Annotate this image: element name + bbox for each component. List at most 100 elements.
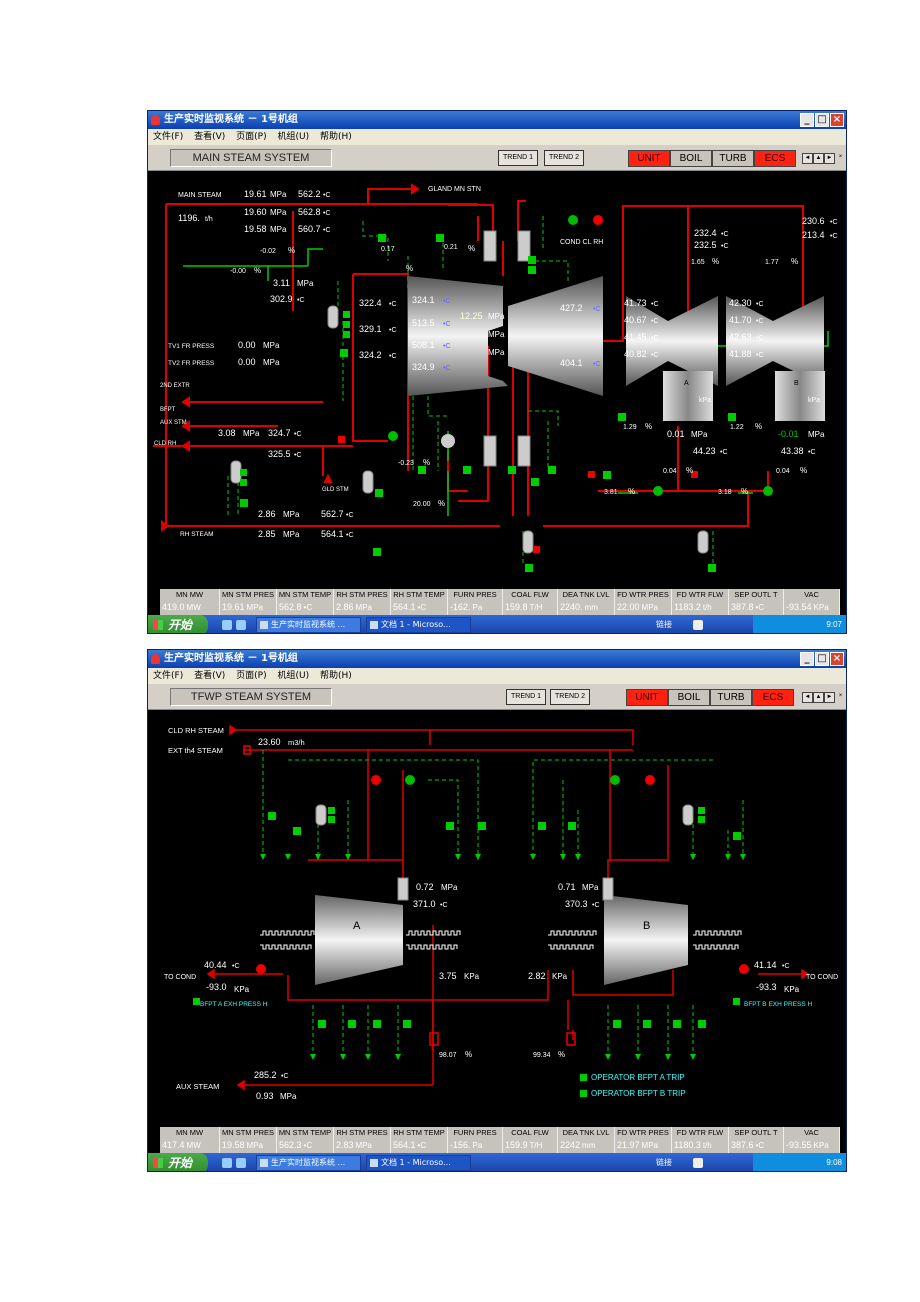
boil-button[interactable]: BOIL (670, 150, 712, 167)
label-rh-steam: RH STEAM (180, 531, 214, 538)
unit-mpa: MPa (808, 430, 825, 439)
maximize-button[interactable]: □ (815, 113, 829, 127)
trend1-button[interactable]: TREND 1 (506, 689, 546, 705)
value-v44: 1.29 (623, 424, 637, 431)
value-v15: 324.2 (359, 350, 382, 360)
unit-c: •C (593, 306, 601, 313)
keyboard-icon[interactable] (693, 1158, 703, 1168)
boil-button[interactable]: BOIL (668, 689, 710, 706)
minimize-button[interactable]: _ (800, 113, 814, 127)
status-cell: RH STM PRES 2.86 MPa (334, 589, 391, 615)
value-v33: 42.30 (729, 298, 752, 308)
unit-pct: % (645, 422, 652, 431)
value-v43: 20.00 (413, 501, 431, 508)
unit-mpa: MPa (488, 330, 505, 339)
task-word[interactable]: 文档 1 - Microso... (366, 617, 471, 633)
start-button[interactable]: 开始 (148, 1153, 208, 1171)
unit-c: •C (440, 902, 448, 909)
trend2-button[interactable]: TREND 2 (550, 689, 590, 705)
trend2-button[interactable]: TREND 2 (544, 150, 584, 166)
menu-unit[interactable]: 机组(U) (277, 671, 309, 681)
close-button[interactable]: × (830, 113, 844, 127)
unit-mpa: MPa (582, 883, 599, 892)
value-v50: 43.38 (781, 446, 804, 456)
status-bar: MN MW 419.0 MW MN STM PRES 19.61 MPa MN STM … (160, 589, 840, 615)
links-label[interactable]: 链接 (656, 1157, 672, 1168)
label-aux-stm: AUX STM (160, 420, 187, 426)
value-aux-t: 285.2 (254, 1070, 277, 1080)
unit-c: •C (443, 321, 451, 328)
unit-button[interactable]: UNIT (626, 689, 668, 706)
unit-c: •C (592, 902, 600, 909)
value-v6: 560.7 (298, 224, 321, 234)
value-v57: 564.1 (321, 529, 344, 539)
close-button[interactable]: × (830, 652, 844, 666)
value-v14: 329.1 (359, 324, 382, 334)
ie-icon[interactable] (222, 1158, 232, 1168)
nav-up-button[interactable]: ▲ (813, 153, 824, 164)
unit-kpa: kPa (699, 397, 711, 404)
menu-unit[interactable]: 机组(U) (277, 132, 309, 142)
menu-view[interactable]: 查看(V) (194, 132, 225, 142)
unit-c: •C (756, 318, 764, 325)
unit-c: •C (323, 210, 331, 217)
nav-close-icon[interactable]: × (836, 692, 845, 701)
status-cell: COAL FLW 159.9 T/H (503, 1127, 558, 1153)
nav-first-button[interactable]: ◄ (802, 692, 813, 703)
task-monitor[interactable]: 生产实时监视系统 ... (256, 1155, 361, 1171)
unit-mpa: MPa (283, 530, 300, 539)
window-title: 生产实时监视系统 － 1号机组 (164, 653, 298, 664)
nav-close-icon[interactable]: × (836, 153, 845, 162)
unit-c: •C (323, 227, 331, 234)
task-word[interactable]: 文档 1 - Microso... (366, 1155, 471, 1171)
value-v46: 44.23 (693, 446, 716, 456)
nav-up-button[interactable]: ▲ (813, 692, 824, 703)
nav-first-button[interactable]: ◄ (802, 153, 813, 164)
trend1-button[interactable]: TREND 1 (498, 150, 538, 166)
menu-page[interactable]: 页面(P) (236, 132, 266, 142)
taskbar: 开始 生产实时监视系统 ... 文档 1 - Microso... 链接 9:0… (148, 615, 846, 633)
menu-file[interactable]: 文件(F) (153, 132, 183, 142)
status-cell: FURN PRES -162. Pa (448, 589, 503, 615)
unit-mpa: MPa (488, 348, 505, 357)
ecs-button[interactable]: ECS (752, 689, 794, 706)
task-monitor[interactable]: 生产实时监视系统 ... (256, 617, 361, 633)
ie-icon[interactable] (222, 620, 232, 630)
desktop-icon[interactable] (236, 620, 246, 630)
unit-kpa: KPa (552, 972, 568, 981)
desktop-icon[interactable] (236, 1158, 246, 1168)
links-label[interactable]: 链接 (656, 619, 672, 630)
nav-next-button[interactable]: ► (824, 153, 835, 164)
label-bfpt: BFPT (160, 407, 176, 413)
status-bar: MN MW 417.4 MW MN STM PRES 19.58 MPa MN STM … (160, 1127, 840, 1153)
value-flow: 23.60 (258, 737, 281, 747)
value-v19: 324.9 (412, 362, 435, 372)
ip-turbine-shape (508, 276, 603, 396)
value-v34: 41.70 (729, 315, 752, 325)
status-cell: SEP OUTL T 387.6 •C (729, 1127, 784, 1153)
ecs-button[interactable]: ECS (754, 150, 796, 167)
unit-c: •C (651, 318, 659, 325)
keyboard-icon[interactable] (693, 620, 703, 630)
status-cell: MN STM PRES 19.61 MPa (220, 589, 277, 615)
unit-button[interactable]: UNIT (628, 150, 670, 167)
value-v13: 322.4 (359, 298, 382, 308)
start-button[interactable]: 开始 (148, 615, 208, 633)
menu-file[interactable]: 文件(F) (153, 671, 183, 681)
alarm-bfpt-b: BFPT B EXH PRESS H (744, 1001, 812, 1008)
maximize-button[interactable]: □ (815, 652, 829, 666)
turb-button[interactable]: TURB (710, 689, 752, 706)
menu-page[interactable]: 页面(P) (236, 671, 266, 681)
unit-pct: % (628, 487, 635, 496)
unit-pct: % (465, 1050, 472, 1059)
menu-help[interactable]: 帮助(H) (320, 132, 352, 142)
value-v17: 513.5 (412, 318, 435, 328)
unit-c: •C (323, 192, 331, 199)
menu-view[interactable]: 查看(V) (194, 671, 225, 681)
nav-next-button[interactable]: ► (824, 692, 835, 703)
minimize-button[interactable]: _ (800, 652, 814, 666)
turb-button[interactable]: TURB (712, 150, 754, 167)
unit-pct: % (755, 422, 762, 431)
value-v53: 3.18 (718, 489, 732, 496)
menu-help[interactable]: 帮助(H) (320, 671, 352, 681)
